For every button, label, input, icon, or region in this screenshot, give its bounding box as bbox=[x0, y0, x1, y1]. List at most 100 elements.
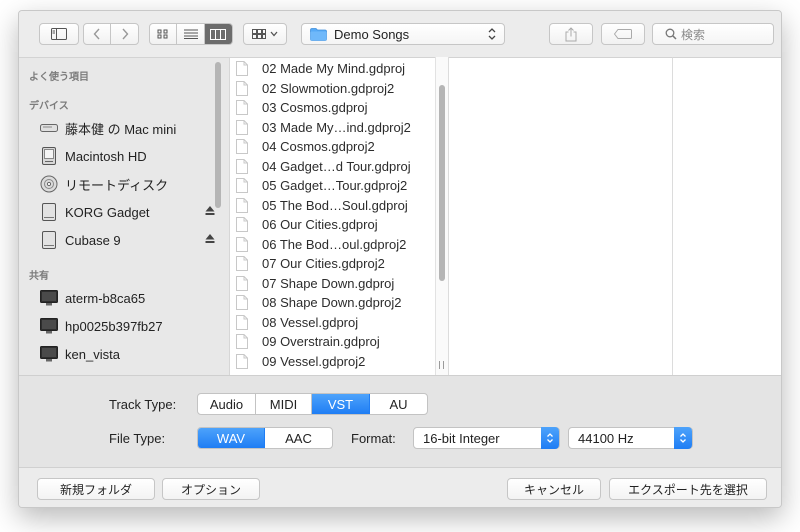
sidebar-scrollbar[interactable] bbox=[215, 62, 221, 208]
options-button[interactable]: オプション bbox=[162, 478, 260, 500]
sample-rate-value: 44100 Hz bbox=[578, 430, 634, 446]
file-row[interactable]: 02 Slowmotion.gdproj2 bbox=[230, 79, 430, 99]
sidebar-item-hp[interactable]: hp0025b397fb27 bbox=[39, 315, 219, 337]
format-label: Format: bbox=[351, 431, 396, 446]
track-type-midi[interactable]: MIDI bbox=[256, 394, 312, 414]
file-row[interactable]: 05 Gadget…Tour.gdproj2 bbox=[230, 176, 430, 196]
file-row[interactable]: 07 Shape Down.gdproj bbox=[230, 274, 430, 294]
document-icon bbox=[236, 256, 248, 272]
file-row[interactable]: 04 Cosmos.gdproj2 bbox=[230, 137, 430, 157]
sidebar-item-label: Macintosh HD bbox=[65, 148, 147, 164]
document-icon bbox=[236, 334, 248, 350]
arrange-button[interactable] bbox=[243, 23, 287, 45]
share-icon bbox=[565, 26, 577, 41]
chevron-right-icon bbox=[121, 28, 128, 40]
file-name: 09 Vessel.gdproj2 bbox=[262, 353, 366, 369]
columns-icon bbox=[210, 28, 227, 40]
share-button[interactable] bbox=[549, 23, 593, 45]
sidebar-item-macintosh-hd[interactable]: Macintosh HD bbox=[39, 145, 219, 167]
sidebar-item-remote-disc[interactable]: リモートディスク bbox=[39, 173, 219, 195]
file-row[interactable]: 02 Made My Mind.gdproj bbox=[230, 59, 430, 79]
file-row[interactable]: 09 Overstrain.gdproj bbox=[230, 332, 430, 352]
file-name: 02 Made My Mind.gdproj bbox=[262, 61, 406, 77]
file-type-label: File Type: bbox=[109, 431, 166, 446]
file-type-aac[interactable]: AAC bbox=[265, 428, 332, 448]
file-row[interactable]: 06 Our Cities.gdproj bbox=[230, 215, 430, 235]
chevron-left-icon bbox=[93, 28, 100, 40]
column-view-button[interactable] bbox=[204, 24, 232, 44]
document-icon bbox=[236, 197, 248, 213]
tag-icon bbox=[614, 29, 632, 39]
file-row[interactable]: 08 Vessel.gdproj bbox=[230, 313, 430, 333]
sidebar-item-ken-vista[interactable]: ken_vista bbox=[39, 343, 219, 365]
back-button[interactable] bbox=[84, 24, 112, 44]
file-row[interactable]: 09 Vessel.gdproj2 bbox=[230, 352, 430, 372]
tag-button[interactable] bbox=[601, 23, 645, 45]
view-mode-group bbox=[149, 23, 233, 45]
up-down-arrows-icon bbox=[488, 28, 496, 40]
sidebar-item-label: ken_vista bbox=[65, 346, 120, 362]
sidebar-toggle-button[interactable] bbox=[39, 23, 79, 45]
sidebar-item-label: 藤本健 の Mac mini bbox=[65, 121, 177, 137]
external-drive-icon bbox=[39, 203, 59, 221]
file-row[interactable]: 07 Our Cities.gdproj2 bbox=[230, 254, 430, 274]
file-row[interactable]: 03 Cosmos.gdproj bbox=[230, 98, 430, 118]
file-column-scrollbar[interactable] bbox=[439, 85, 445, 281]
file-type-wav[interactable]: WAV bbox=[198, 428, 265, 448]
sidebar-item-aterm[interactable]: aterm-b8ca65 bbox=[39, 287, 219, 309]
track-type-vst[interactable]: VST bbox=[312, 394, 370, 414]
file-row[interactable]: 04 Gadget…d Tour.gdproj bbox=[230, 157, 430, 177]
sidebar-item-korg-gadget[interactable]: KORG Gadget bbox=[39, 201, 219, 223]
format-popup[interactable]: 16-bit Integer bbox=[413, 427, 560, 449]
sidebar-item-mac-mini[interactable]: 藤本健 の Mac mini bbox=[39, 117, 219, 139]
search-field[interactable]: 検索 bbox=[652, 23, 774, 45]
list-view-button[interactable] bbox=[177, 24, 205, 44]
search-placeholder: 検索 bbox=[681, 27, 706, 42]
file-column: 02 Made My Mind.gdproj 02 Slowmotion.gdpr… bbox=[229, 57, 435, 375]
document-icon bbox=[236, 236, 248, 252]
track-type-au[interactable]: AU bbox=[370, 394, 427, 414]
forward-button[interactable] bbox=[111, 24, 138, 44]
grid-icon bbox=[157, 29, 168, 39]
track-type-audio[interactable]: Audio bbox=[198, 394, 256, 414]
document-icon bbox=[236, 353, 248, 369]
sidebar-item-cubase-9[interactable]: Cubase 9 bbox=[39, 229, 219, 251]
file-row[interactable]: 08 Shape Down.gdproj2 bbox=[230, 293, 430, 313]
list-icon bbox=[183, 29, 198, 39]
file-row[interactable]: 05 The Bod…Soul.gdproj bbox=[230, 196, 430, 216]
search-icon bbox=[665, 28, 677, 40]
sample-rate-popup[interactable]: 44100 Hz bbox=[568, 427, 693, 449]
cancel-button[interactable]: キャンセル bbox=[507, 478, 601, 500]
file-name: 03 Made My…ind.gdproj2 bbox=[262, 119, 411, 135]
eject-icon[interactable] bbox=[205, 205, 215, 216]
display-icon bbox=[39, 317, 59, 335]
sidebar-section-favorites: よく使う項目 bbox=[29, 72, 89, 83]
sidebar-item-label: リモートディスク bbox=[65, 177, 169, 193]
file-name: 07 Our Cities.gdproj2 bbox=[262, 256, 385, 272]
eject-icon[interactable] bbox=[205, 233, 215, 244]
export-destination-button[interactable]: エクスポート先を選択 bbox=[609, 478, 767, 500]
file-row[interactable]: 06 The Bod…oul.gdproj2 bbox=[230, 235, 430, 255]
track-type-label: Track Type: bbox=[109, 397, 177, 412]
location-popup[interactable]: Demo Songs bbox=[301, 23, 505, 45]
document-icon bbox=[236, 217, 248, 233]
document-icon bbox=[236, 295, 248, 311]
hard-drive-icon bbox=[39, 147, 59, 165]
column-resize-handle[interactable] bbox=[439, 361, 444, 369]
preview-column bbox=[449, 57, 673, 375]
file-row[interactable]: 03 Made My…ind.gdproj2 bbox=[230, 118, 430, 138]
dialog-footer: 新規フォルダ オプション キャンセル エクスポート先を選択 bbox=[19, 467, 781, 507]
file-type-segmented: WAV AAC bbox=[197, 427, 333, 449]
location-label: Demo Songs bbox=[334, 26, 410, 42]
icon-view-button[interactable] bbox=[150, 24, 178, 44]
document-icon bbox=[236, 61, 248, 77]
popup-arrows-icon bbox=[674, 427, 692, 449]
sidebar: よく使う項目 デバイス 藤本健 の Mac mini Macintosh HD … bbox=[19, 57, 229, 375]
document-icon bbox=[236, 158, 248, 174]
remote-disc-icon bbox=[39, 175, 59, 193]
file-name: 04 Cosmos.gdproj2 bbox=[262, 139, 375, 155]
file-name: 02 Slowmotion.gdproj2 bbox=[262, 80, 395, 96]
new-folder-button[interactable]: 新規フォルダ bbox=[37, 478, 155, 500]
file-name: 05 Gadget…Tour.gdproj2 bbox=[262, 178, 408, 194]
sidebar-icon bbox=[51, 28, 67, 40]
